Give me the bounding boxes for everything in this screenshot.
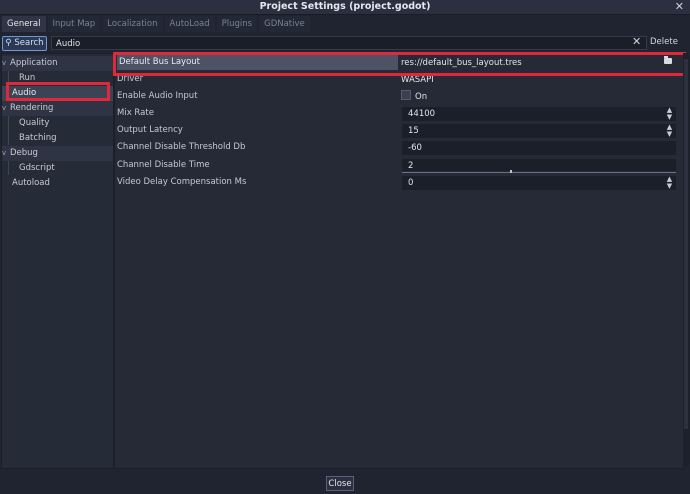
enable-audio-input-label: On [415,92,428,102]
tab-autoload[interactable]: AutoLoad [164,16,215,32]
chevron-down-icon[interactable]: v [2,146,10,161]
checkbox-icon[interactable] [401,90,411,100]
highlight-box-default-bus-layout [113,52,686,76]
tree-item-quality[interactable]: Quality [2,116,130,131]
channel-disable-time-field[interactable]: 2 [402,159,676,171]
tree-item-label: Rendering [10,103,54,113]
chevron-down-icon[interactable]: v [2,101,10,116]
property-label-video-delay-compensation-ms: Video Delay Compensation Ms [117,177,247,187]
mix-rate-value: 44100 [408,109,436,119]
property-label-mix-rate: Mix Rate [117,108,154,118]
chevron-down-icon[interactable]: v [2,56,10,71]
property-label-enable-audio-input: Enable Audio Input [117,91,198,101]
inspector-scrollbar[interactable] [683,53,689,467]
spinner-arrows-icon[interactable]: ▲ ▼ [666,107,673,121]
delete-button[interactable]: Delete [650,37,678,47]
tree-item-gdscript[interactable]: Gdscript [2,161,130,176]
search-input[interactable]: Audio [51,36,647,50]
tree-item-label: Debug [10,148,38,158]
window-titlebar: Project Settings (project.godot) ✕ [0,0,690,15]
section-tree: v Application Run Audio v Rendering Qualit… [1,53,114,469]
output-latency-value: 15 [408,126,419,136]
mix-rate-stepper[interactable]: 44100 ▲ ▼ [402,107,676,121]
tab-plugins[interactable]: Plugins [216,16,258,32]
tree-item-debug[interactable]: v Debug [2,146,113,161]
search-row: ⚲ Search Audio ✕ Delete [0,34,690,52]
tree-item-rendering[interactable]: v Rendering [2,101,113,116]
output-latency-stepper[interactable]: 15 ▲ ▼ [402,124,676,138]
highlight-box-audio [6,82,110,101]
search-icon: ⚲ [5,38,12,48]
tree-item-autoload[interactable]: Autoload [2,176,123,191]
close-button[interactable]: Close [326,476,354,491]
window-close-icon[interactable]: ✕ [675,0,684,14]
window-title: Project Settings (project.godot) [259,1,431,12]
tree-item-label: Application [10,58,58,68]
search-button[interactable]: ⚲ Search [2,36,47,51]
tree-item-batching[interactable]: Batching [2,131,130,146]
tab-general[interactable]: General [2,16,46,32]
search-button-label: Search [14,38,44,48]
slider-handle[interactable] [510,170,512,173]
channel-disable-time-slider[interactable] [402,172,676,173]
tab-localization[interactable]: Localization [102,16,163,32]
property-label-channel-disable-time: Channel Disable Time [117,160,210,170]
video-delay-compensation-ms-stepper[interactable]: 0 ▲ ▼ [402,176,676,190]
spinner-arrows-icon[interactable]: ▲ ▼ [666,124,673,138]
tab-input-map[interactable]: Input Map [47,16,101,32]
enable-audio-input-toggle[interactable]: On [401,90,675,104]
clear-search-icon[interactable]: ✕ [632,35,641,48]
tab-gdnative[interactable]: GDNative [259,16,310,32]
property-label-output-latency: Output Latency [117,125,183,135]
channel-disable-threshold-db-field[interactable]: -60 [402,141,676,155]
property-label-channel-disable-threshold-db: Channel Disable Threshold Db [117,142,246,152]
spinner-arrows-icon[interactable]: ▲ ▼ [666,176,673,190]
video-delay-compensation-ms-value: 0 [408,178,414,188]
settings-tabs: General Input Map Localization AutoLoad … [2,16,312,32]
tree-item-application[interactable]: v Application [2,56,113,71]
scrollbar-thumb[interactable] [684,59,688,429]
